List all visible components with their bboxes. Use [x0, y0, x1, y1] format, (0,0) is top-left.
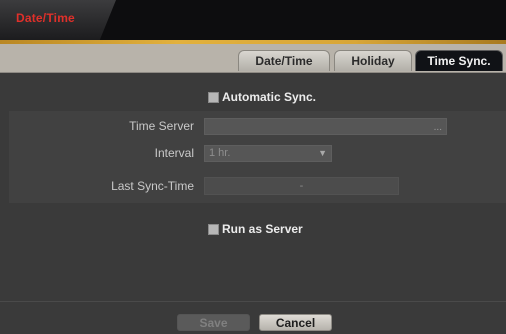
- tab-time-sync[interactable]: Time Sync.: [415, 50, 503, 71]
- cancel-button[interactable]: Cancel: [259, 314, 332, 331]
- automatic-sync-label: Automatic Sync.: [222, 90, 317, 104]
- save-button[interactable]: Save: [177, 314, 250, 331]
- run-as-server-label: Run as Server: [222, 222, 303, 236]
- interval-value: 1 hr.: [209, 147, 231, 159]
- tab-strip: Date/Time Holiday Time Sync.: [0, 44, 506, 73]
- run-as-server-row[interactable]: Run as Server: [208, 222, 303, 236]
- time-server-label: Time Server: [129, 119, 194, 133]
- run-as-server-checkbox[interactable]: [208, 223, 219, 235]
- chevron-down-icon: ▼: [318, 148, 327, 158]
- tab-date-time[interactable]: Date/Time: [238, 50, 330, 71]
- interval-label: Interval: [154, 146, 194, 160]
- last-sync-time-field: -: [204, 177, 399, 195]
- automatic-sync-checkbox[interactable]: [208, 91, 219, 103]
- tab-holiday[interactable]: Holiday: [334, 50, 412, 71]
- last-sync-time-value: -: [299, 180, 304, 192]
- title-bar: Date/Time: [0, 0, 506, 44]
- browse-ellipsis[interactable]: ...: [434, 123, 442, 133]
- date-time-dialog: Date/Time Date/Time Holiday Time Sync. A…: [0, 0, 506, 334]
- time-server-input[interactable]: ...: [204, 118, 447, 135]
- last-sync-time-label: Last Sync-Time: [111, 179, 194, 193]
- interval-select[interactable]: 1 hr. ▼: [204, 145, 332, 162]
- automatic-sync-row[interactable]: Automatic Sync.: [208, 90, 316, 104]
- footer-divider: [0, 301, 506, 302]
- dialog-title: Date/Time: [16, 11, 75, 25]
